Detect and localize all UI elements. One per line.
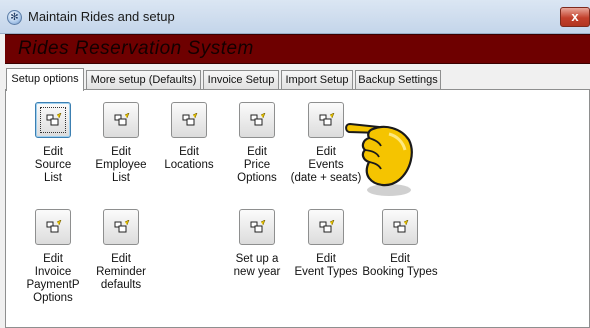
edit-price-options-button[interactable] bbox=[239, 102, 275, 138]
app-banner: Rides Reservation System bbox=[5, 34, 590, 64]
pointing-hand-icon bbox=[345, 122, 413, 196]
edit-booking-types-button[interactable] bbox=[382, 209, 418, 245]
form-edit-icon bbox=[46, 113, 62, 126]
form-edit-icon bbox=[250, 113, 266, 126]
edit-event-types-button[interactable] bbox=[308, 209, 344, 245]
form-edit-icon bbox=[319, 220, 335, 233]
window-title: Maintain Rides and setup bbox=[28, 9, 175, 24]
edit-source-list-button[interactable] bbox=[35, 102, 71, 138]
form-edit-icon bbox=[182, 113, 198, 126]
edit-reminder-defaults-label: Edit Reminder defaults bbox=[96, 253, 146, 291]
tab-invoice-setup[interactable]: Invoice Setup bbox=[203, 70, 279, 89]
edit-reminder-defaults-button[interactable] bbox=[103, 209, 139, 245]
tab-strip: Setup options More setup (Defaults) Invo… bbox=[6, 68, 590, 91]
edit-events-button[interactable] bbox=[308, 102, 344, 138]
form-edit-icon bbox=[319, 113, 335, 126]
close-button[interactable]: x bbox=[560, 7, 590, 27]
form-edit-icon bbox=[393, 220, 409, 233]
tile-edit-booking-types: Edit Booking Types bbox=[355, 209, 445, 279]
tab-more-setup[interactable]: More setup (Defaults) bbox=[86, 70, 201, 89]
edit-employee-list-button[interactable] bbox=[103, 102, 139, 138]
app-icon: ✻ bbox=[7, 10, 22, 25]
tab-import-setup[interactable]: Import Setup bbox=[281, 70, 353, 89]
edit-locations-button[interactable] bbox=[171, 102, 207, 138]
edit-invoice-payment-options-button[interactable] bbox=[35, 209, 71, 245]
banner-title: Rides Reservation System bbox=[18, 38, 254, 59]
edit-booking-types-label: Edit Booking Types bbox=[362, 253, 438, 278]
form-edit-icon bbox=[46, 220, 62, 233]
tab-setup-options[interactable]: Setup options bbox=[6, 68, 84, 91]
tile-edit-reminder-defaults: Edit Reminder defaults bbox=[76, 209, 166, 292]
set-up-new-year-button[interactable] bbox=[239, 209, 275, 245]
form-edit-icon bbox=[250, 220, 266, 233]
form-edit-icon bbox=[114, 113, 130, 126]
window-titlebar: ✻ Maintain Rides and setup x bbox=[0, 0, 590, 34]
tab-backup-settings[interactable]: Backup Settings bbox=[355, 70, 441, 89]
form-edit-icon bbox=[114, 220, 130, 233]
